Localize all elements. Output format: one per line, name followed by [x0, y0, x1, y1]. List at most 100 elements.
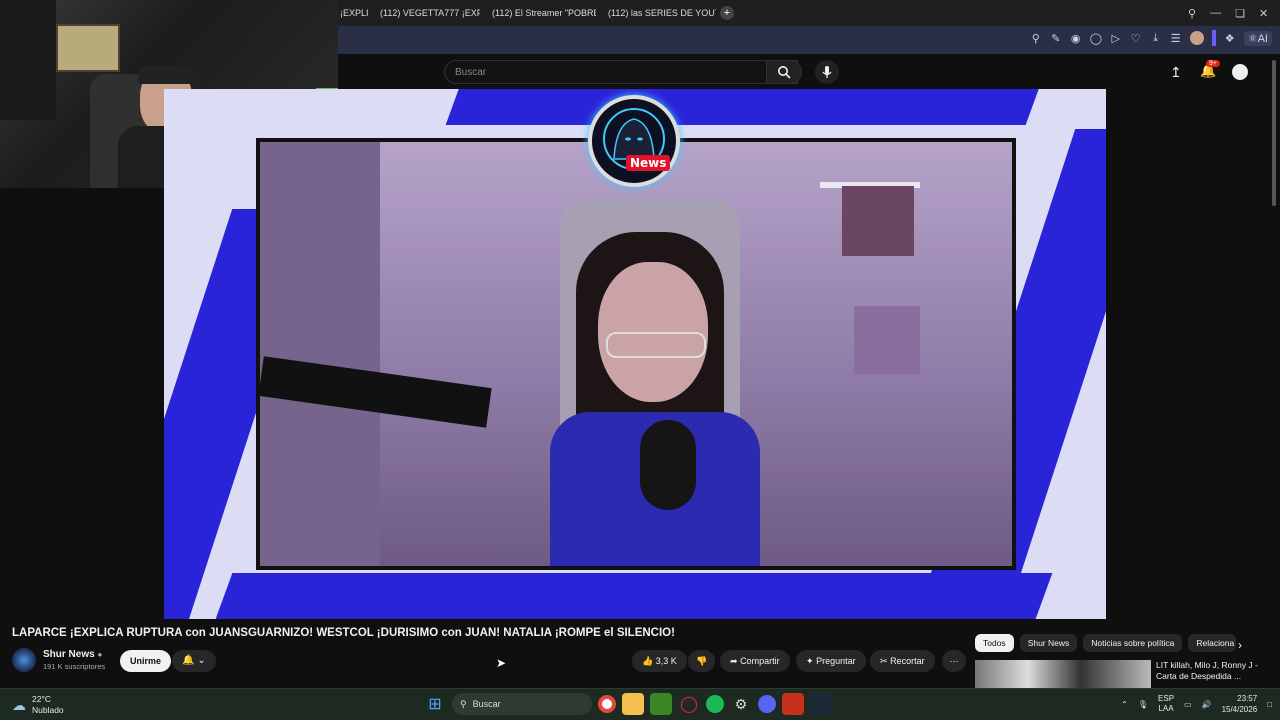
tab-3-label: (112) El Streamer "POBRE: [492, 8, 596, 18]
accent-divider: [1211, 30, 1216, 46]
clock-date: 15/4/2026: [1221, 705, 1258, 714]
ai-button[interactable]: ⚛AI: [1243, 30, 1272, 46]
chevron-up-icon[interactable]: ⌃: [1121, 700, 1128, 709]
wall-shelf: [0, 0, 56, 120]
verified-icon: ●: [97, 650, 103, 659]
more-actions-button[interactable]: ⋯: [942, 650, 966, 672]
windows-start-icon[interactable]: ⊞: [424, 693, 446, 715]
chrome-icon[interactable]: [598, 695, 616, 713]
language-indicator[interactable]: ESP LAA: [1158, 694, 1174, 714]
new-tab-button[interactable]: +: [720, 6, 734, 20]
ai-icon: ⚛: [1247, 32, 1258, 45]
dislike-button[interactable]: 👎: [688, 650, 716, 672]
temperature: 22°C: [32, 694, 51, 704]
cloud-icon: ☁: [12, 696, 26, 713]
mouse-cursor: ➤: [496, 656, 507, 670]
browser-tab-bar: ¡EXPLI (112) VEGETTA777 ¡EXPLO (112) El …: [338, 0, 1280, 26]
chip-politics[interactable]: Noticias sobre política: [1083, 634, 1183, 652]
tab-3[interactable]: (112) El Streamer "POBRE: [480, 0, 596, 26]
tab-1[interactable]: ¡EXPLI: [338, 0, 368, 26]
steam-icon[interactable]: [810, 693, 832, 715]
like-count: 3,3 K: [655, 656, 677, 666]
chevron-right-icon[interactable]: ›: [1238, 638, 1242, 652]
search-placeholder: Buscar: [455, 67, 487, 78]
search-icon: [778, 66, 791, 79]
tab-2[interactable]: (112) VEGETTA777 ¡EXPLO: [368, 0, 480, 26]
stream-frame: [256, 138, 1016, 570]
weather-widget[interactable]: ☁ 22°C Nublado: [12, 694, 64, 716]
chip-all[interactable]: Todos: [975, 634, 1014, 652]
taskbar-apps: ⊞ ⚲ Buscar ◯ ⚙: [424, 693, 832, 715]
display-icon[interactable]: ▭: [1184, 700, 1192, 709]
taskbar-search-label: Buscar: [472, 699, 501, 709]
profile-avatar[interactable]: [1189, 31, 1204, 45]
microphone-tray-icon[interactable]: 🎙: [1138, 700, 1148, 709]
join-button[interactable]: Unirme: [120, 650, 172, 672]
wall-poster: [56, 24, 120, 72]
voice-search-button[interactable]: [815, 60, 839, 84]
tab-4-label: (112) las SERIES DE YOUTU: [608, 8, 716, 18]
share-button[interactable]: ➦ Compartir: [720, 650, 790, 672]
microphone-icon: [822, 66, 832, 78]
spotify-icon[interactable]: [706, 695, 724, 713]
search-icon: ⚲: [460, 698, 467, 709]
recommendation-title[interactable]: LIT killah, Milo J, Ronny J - Carta de D…: [1156, 660, 1266, 682]
streamer-cap: [138, 66, 194, 84]
chip-related[interactable]: Relaciona: [1188, 634, 1237, 652]
subscription-bell-button[interactable]: 🔔 ⌄: [172, 650, 216, 672]
close-icon[interactable]: ✕: [1259, 7, 1268, 20]
page-scrollbar[interactable]: [1272, 60, 1276, 206]
search-tabs-icon[interactable]: ⚲: [1188, 7, 1196, 20]
subscriber-count: 191 K suscriptores: [43, 662, 106, 671]
camera-icon[interactable]: ◉: [1070, 32, 1082, 45]
menu-icon[interactable]: ☰: [1170, 32, 1182, 45]
search-button[interactable]: [766, 60, 802, 84]
windows-taskbar: ☁ 22°C Nublado ⊞ ⚲ Buscar ◯ ⚙ ⌃ 🎙 ESP LAA…: [0, 688, 1280, 720]
microphone: [640, 420, 696, 510]
search-input[interactable]: Buscar: [444, 60, 798, 84]
ask-button[interactable]: ✦ Preguntar: [796, 650, 866, 672]
like-button[interactable]: 👍 3,3 K: [632, 650, 687, 672]
news-logo: News: [588, 95, 680, 187]
channel-avatar[interactable]: [12, 648, 36, 672]
file-explorer-icon[interactable]: [622, 693, 644, 715]
obs-icon[interactable]: [782, 693, 804, 715]
heart-icon[interactable]: ♡: [1130, 32, 1142, 45]
notification-center-icon[interactable]: □: [1267, 700, 1272, 709]
clock[interactable]: 23:57 15/4/2026: [1222, 693, 1258, 715]
play-icon[interactable]: ▷: [1110, 32, 1122, 45]
clip-button[interactable]: ✂ Recortar: [870, 650, 935, 672]
share-icon: ➦: [730, 656, 738, 666]
taskbar-search[interactable]: ⚲ Buscar: [452, 693, 592, 715]
notification-badge: 9+: [1206, 60, 1220, 67]
clock-time: 23:57: [1237, 694, 1258, 703]
account-avatar[interactable]: [1232, 64, 1248, 80]
extensions-icon[interactable]: ❖: [1224, 32, 1236, 45]
sparkle-icon: ✦: [806, 656, 814, 666]
speaker-icon[interactable]: 🔊: [1202, 700, 1212, 709]
recommendation-chips: Todos Shur News Noticias sobre política …: [975, 634, 1237, 652]
tab-4[interactable]: (112) las SERIES DE YOUTU: [596, 0, 716, 26]
share-label: Compartir: [740, 656, 780, 666]
edit-icon[interactable]: ✎: [1050, 32, 1062, 45]
minecraft-icon[interactable]: [650, 693, 672, 715]
opera-icon[interactable]: ◯: [678, 693, 700, 715]
recommendation-thumbnail[interactable]: [975, 660, 1151, 688]
banner-stripe-top: [445, 89, 1043, 125]
zoom-icon[interactable]: ⚲: [1030, 32, 1042, 45]
chip-channel[interactable]: Shur News: [1019, 634, 1078, 652]
channel-name[interactable]: Shur News ●: [43, 649, 102, 660]
room-wall-left: [260, 142, 380, 566]
minimize-icon[interactable]: —: [1210, 7, 1221, 19]
news-badge: News: [626, 155, 671, 171]
shield-icon[interactable]: ◯: [1090, 32, 1102, 45]
download-icon[interactable]: ⤓: [1150, 32, 1162, 45]
discord-icon[interactable]: [758, 695, 776, 713]
ask-label: Preguntar: [816, 656, 856, 666]
restore-icon[interactable]: ❏: [1235, 7, 1245, 20]
video-player[interactable]: News: [164, 89, 1106, 619]
settings-gear-icon[interactable]: ⚙: [730, 693, 752, 715]
tab-1-label: ¡EXPLI: [340, 8, 368, 18]
upload-icon[interactable]: ↥: [1170, 64, 1182, 81]
ai-label: AI: [1257, 32, 1268, 45]
